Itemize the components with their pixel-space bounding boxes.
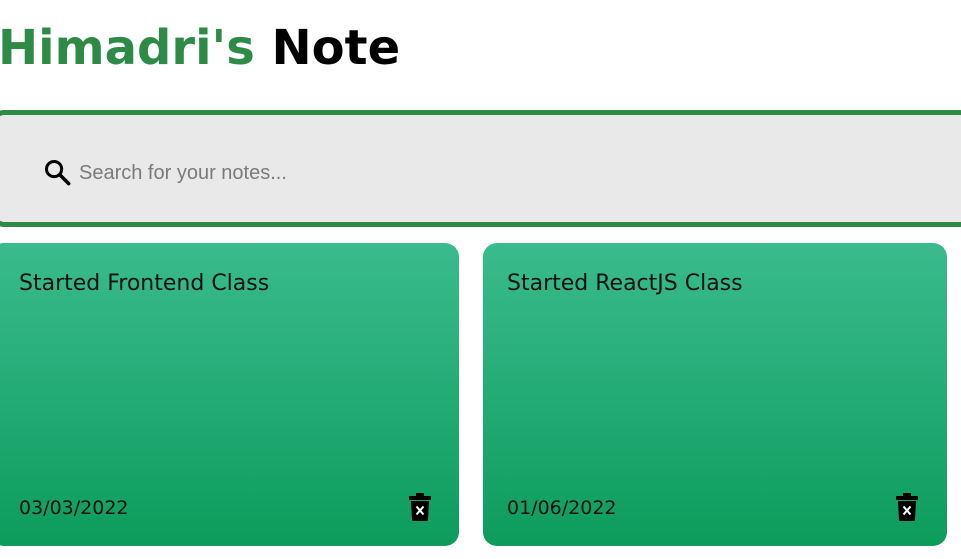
search-bar	[0, 110, 961, 227]
brand-name: Himadri's	[0, 20, 255, 76]
trash-icon[interactable]	[409, 493, 431, 521]
note-title: Started ReactJS Class	[507, 271, 743, 296]
note-title: Started Frontend Class	[19, 271, 270, 296]
note-card[interactable]: Started Frontend Class 03/03/2022	[0, 243, 459, 546]
note-date: 01/06/2022	[507, 497, 617, 519]
note-card[interactable]: Started ReactJS Class 01/06/2022	[483, 243, 947, 546]
search-input[interactable]	[77, 153, 781, 193]
note-date: 03/03/2022	[19, 497, 129, 519]
page-title: Himadri's Note	[0, 18, 400, 78]
brand-suffix: Note	[271, 20, 401, 76]
search-icon[interactable]	[43, 158, 71, 186]
trash-icon[interactable]	[896, 493, 918, 521]
